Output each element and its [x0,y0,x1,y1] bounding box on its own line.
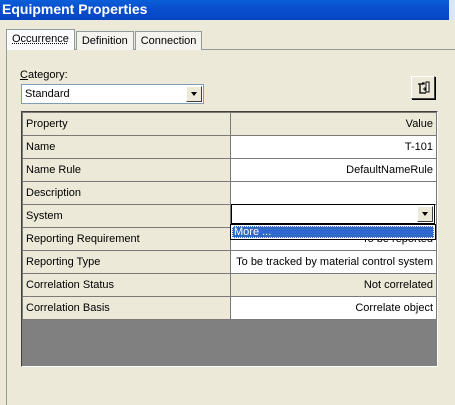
property-system: System [22,204,231,228]
value-reporting-type[interactable]: To be tracked by material control system [230,250,437,274]
property-name-rule: Name Rule [22,158,231,182]
header-value: Value [230,112,437,136]
value-name[interactable]: T-101 [230,135,437,159]
chevron-down-icon[interactable] [417,206,433,222]
tab-occurrence[interactable]: Occurrence [6,29,75,50]
system-dropdown-list: More ... [230,224,436,240]
tab-strip: Occurrence Definition Connection [6,29,203,50]
tab-definition[interactable]: Definition [75,31,134,50]
property-correlation-status: Correlation Status [22,273,231,297]
property-correlation-basis: Correlation Basis [22,296,231,320]
table-row[interactable]: Correlation Basis Correlate object [22,296,437,320]
property-name: Name [22,135,231,159]
dropdown-option-more[interactable]: More ... [232,226,434,238]
properties-tool-button[interactable] [411,76,435,99]
window-title: Equipment Properties [2,1,148,17]
header-property: Property [22,112,231,136]
category-select[interactable]: Standard [21,84,204,104]
title-bar: Equipment Properties [0,0,455,20]
chevron-down-icon[interactable] [186,86,202,102]
value-description[interactable] [230,181,437,205]
table-row[interactable]: Name Rule DefaultNameRule [22,158,437,182]
grid-header-row: Property Value [22,112,437,136]
properties-tool-icon [418,81,430,94]
property-reporting-type: Reporting Type [22,250,231,274]
titlebar-edge [449,0,455,20]
tab-connection[interactable]: Connection [134,31,203,50]
value-name-rule[interactable]: DefaultNameRule [230,158,437,182]
table-row[interactable]: Name T-101 [22,135,437,159]
category-value: Standard [25,88,70,100]
category-label: Category: [20,69,68,81]
table-row[interactable]: Reporting Type To be tracked by material… [22,250,437,274]
table-row[interactable]: Description [22,181,437,205]
table-row: Correlation Status Not correlated [22,273,437,297]
value-correlation-basis[interactable]: Correlate object [230,296,437,320]
property-description: Description [22,181,231,205]
property-reporting-requirement: Reporting Requirement [22,227,231,251]
system-select[interactable] [231,204,435,224]
value-correlation-status: Not correlated [230,273,437,297]
